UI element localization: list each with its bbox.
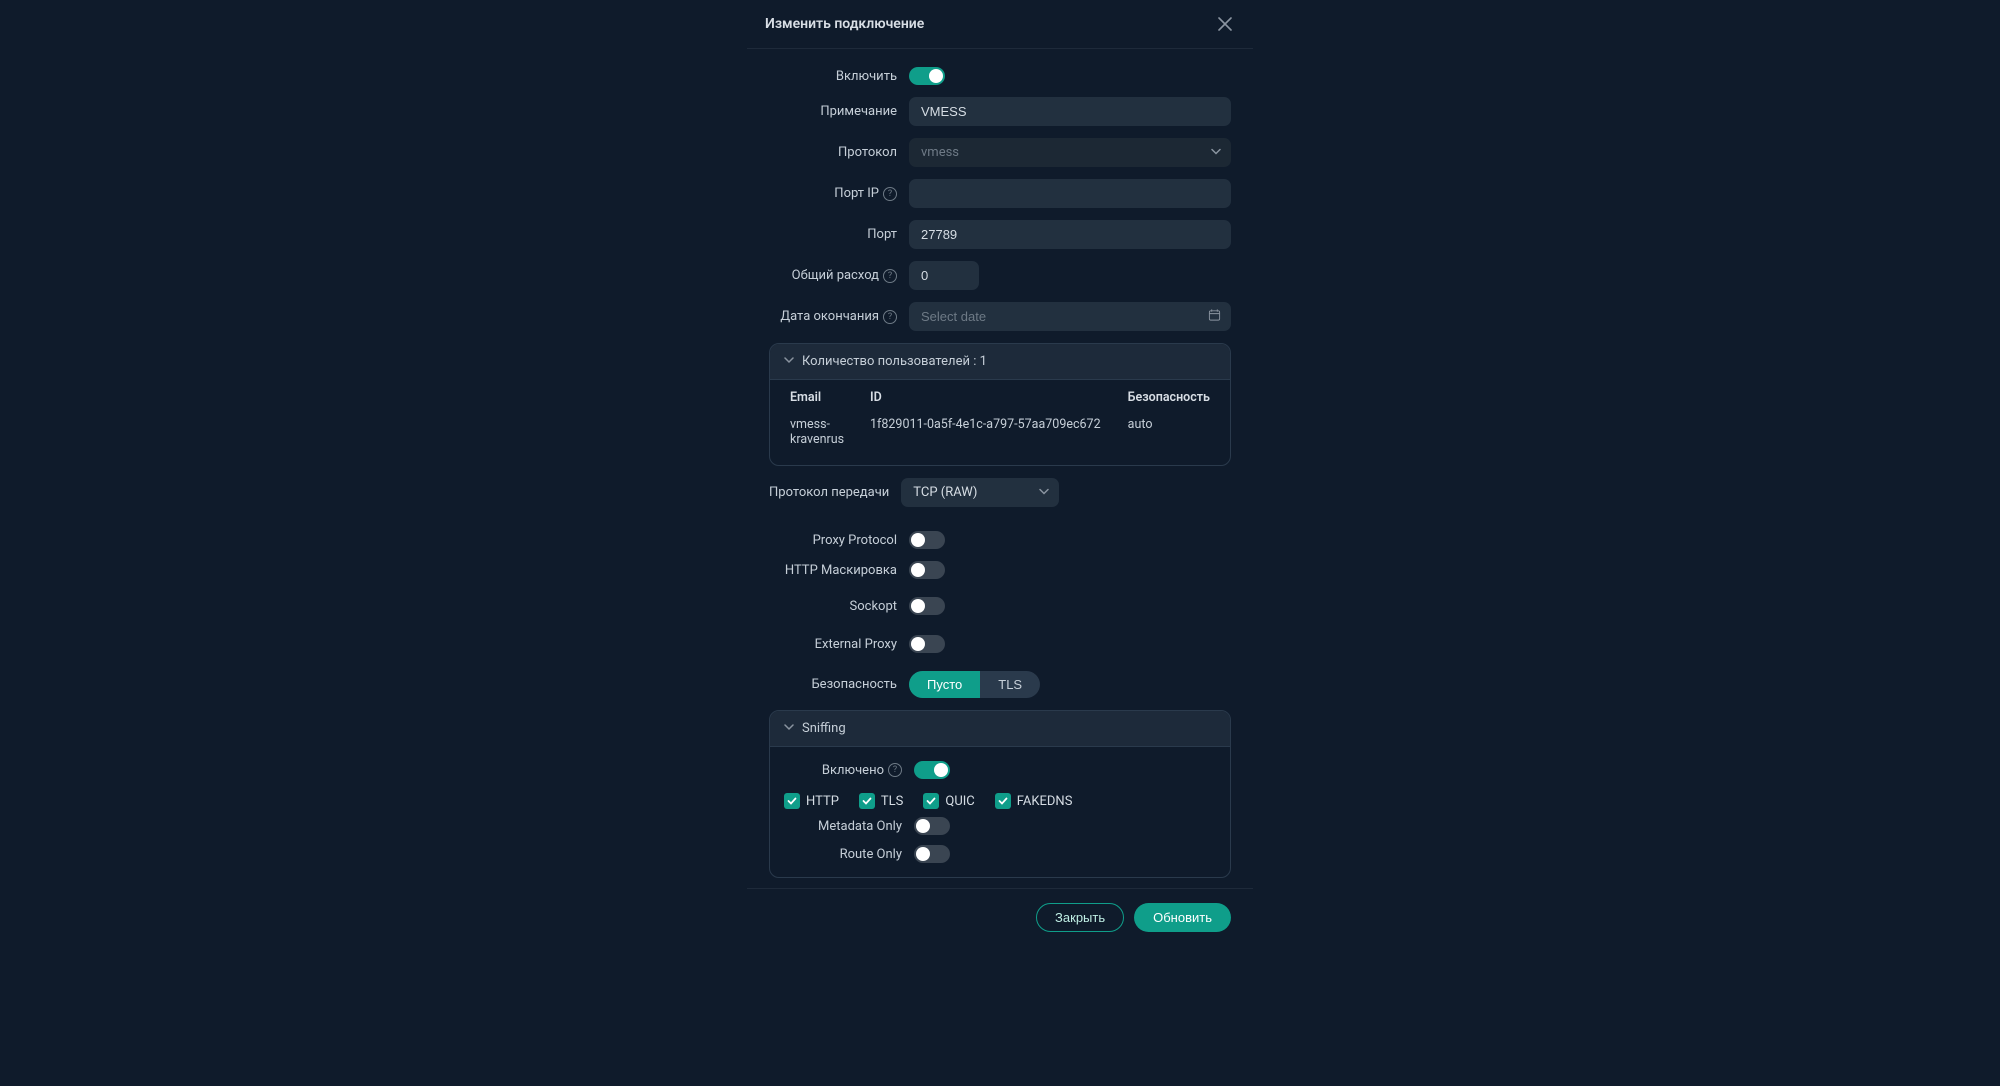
col-id: ID xyxy=(864,380,1122,413)
modal-header: Изменить подключение xyxy=(747,0,1253,49)
enable-label: Включить xyxy=(769,69,897,84)
sniff-http-checkbox[interactable]: HTTP xyxy=(784,793,839,809)
modal-title: Изменить подключение xyxy=(765,16,924,32)
proxy-protocol-toggle[interactable] xyxy=(909,531,945,549)
total-label: Общий расход ? xyxy=(769,268,897,283)
cell-security: auto xyxy=(1122,413,1216,451)
transport-select[interactable]: TCP (RAW) xyxy=(901,478,1059,507)
metadata-only-label: Metadata Only xyxy=(784,819,902,834)
external-proxy-toggle[interactable] xyxy=(909,635,945,653)
users-table: Email ID Безопасность vmess-kravenrus 1f… xyxy=(784,380,1216,451)
modal-body: Включить Примечание Протокол vmess Порт … xyxy=(747,49,1253,888)
sniff-quic-checkbox[interactable]: QUIC xyxy=(923,793,974,809)
metadata-only-toggle[interactable] xyxy=(914,817,950,835)
sniff-tls-checkbox[interactable]: TLS xyxy=(859,793,903,809)
http-mask-toggle[interactable] xyxy=(909,561,945,579)
port-input[interactable] xyxy=(909,220,1231,249)
info-icon: ? xyxy=(888,763,902,777)
sockopt-label: Sockopt xyxy=(769,599,897,614)
sniffing-panel: Sniffing Включено ? HTTP xyxy=(769,710,1231,878)
protocol-select[interactable]: vmess xyxy=(909,138,1231,167)
modal-footer: Закрыть Обновить xyxy=(747,888,1253,946)
info-icon: ? xyxy=(883,187,897,201)
sniffing-panel-header[interactable]: Sniffing xyxy=(770,711,1230,747)
transport-section: Протокол передачи TCP (RAW) Proxy Protoc… xyxy=(769,478,1231,698)
update-button[interactable]: Обновить xyxy=(1134,903,1231,932)
enable-toggle[interactable] xyxy=(909,67,945,85)
protocol-label: Протокол xyxy=(769,145,897,160)
security-seg-tls[interactable]: TLS xyxy=(980,671,1040,698)
security-seg-empty[interactable]: Пусто xyxy=(909,671,980,698)
users-panel: Количество пользователей : 1 Email ID Бе… xyxy=(769,343,1231,466)
port-ip-label: Порт IP ? xyxy=(769,186,897,201)
remark-input[interactable] xyxy=(909,97,1231,126)
close-button[interactable]: Закрыть xyxy=(1036,903,1124,932)
chevron-down-icon xyxy=(784,354,794,369)
remark-label: Примечание xyxy=(769,104,897,119)
info-icon: ? xyxy=(883,310,897,324)
cell-email: vmess-kravenrus xyxy=(784,413,864,451)
cell-id: 1f829011-0a5f-4e1c-a797-57aa709ec672 xyxy=(864,413,1122,451)
check-icon xyxy=(859,793,875,809)
table-row: vmess-kravenrus 1f829011-0a5f-4e1c-a797-… xyxy=(784,413,1216,451)
close-icon[interactable] xyxy=(1215,14,1235,34)
check-icon xyxy=(784,793,800,809)
transport-label: Протокол передачи xyxy=(769,485,889,500)
expire-label: Дата окончания ? xyxy=(769,309,897,324)
port-ip-input[interactable] xyxy=(909,179,1231,208)
sniffing-panel-title: Sniffing xyxy=(802,721,846,736)
users-panel-header[interactable]: Количество пользователей : 1 xyxy=(770,344,1230,380)
sniffing-panel-body: Включено ? HTTP TLS xyxy=(770,747,1230,877)
security-label: Безопасность xyxy=(769,677,897,692)
users-panel-title: Количество пользователей : 1 xyxy=(802,354,987,369)
info-icon: ? xyxy=(883,269,897,283)
external-proxy-label: External Proxy xyxy=(769,637,897,652)
http-mask-label: HTTP Маскировка xyxy=(769,563,897,578)
sniffing-checkboxes: HTTP TLS QUIC FAKEDNS xyxy=(784,789,1216,817)
port-label: Порт xyxy=(769,227,897,242)
check-icon xyxy=(995,793,1011,809)
sniffing-enabled-toggle[interactable] xyxy=(914,761,950,779)
sniff-fakedns-checkbox[interactable]: FAKEDNS xyxy=(995,793,1073,809)
col-email: Email xyxy=(784,380,864,413)
col-security: Безопасность xyxy=(1122,380,1216,413)
check-icon xyxy=(923,793,939,809)
security-segmented: Пусто TLS xyxy=(909,671,1040,698)
expire-date-input[interactable] xyxy=(909,302,1231,331)
proxy-protocol-label: Proxy Protocol xyxy=(769,533,897,548)
sniffing-enabled-label: Включено ? xyxy=(784,763,902,778)
chevron-down-icon xyxy=(784,721,794,736)
route-only-label: Route Only xyxy=(784,847,902,862)
sockopt-toggle[interactable] xyxy=(909,597,945,615)
users-panel-body: Email ID Безопасность vmess-kravenrus 1f… xyxy=(770,380,1230,465)
total-input[interactable] xyxy=(909,261,979,290)
edit-connection-modal: Изменить подключение Включить Примечание… xyxy=(747,0,1253,946)
route-only-toggle[interactable] xyxy=(914,845,950,863)
